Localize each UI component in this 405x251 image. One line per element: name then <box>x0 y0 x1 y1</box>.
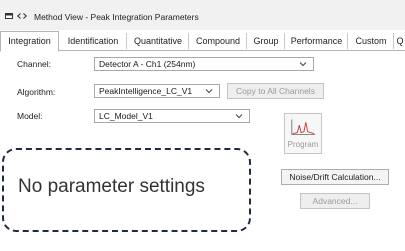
algorithm-value: PeakIntelligence_LC_V1 <box>99 86 193 96</box>
tab-group[interactable]: Group <box>246 33 285 49</box>
program-button[interactable]: Program <box>284 113 322 154</box>
copy-to-all-channels-button[interactable]: Copy to All Channels <box>227 83 324 99</box>
model-select[interactable]: LC_Model_V1 <box>94 109 250 123</box>
tab-compound[interactable]: Compound <box>188 33 247 49</box>
chromatogram-icon <box>291 119 316 135</box>
window-title: Method View - Peak Integration Parameter… <box>34 12 199 22</box>
algorithm-label: Algorithm: <box>17 87 56 97</box>
model-label: Model: <box>17 111 43 121</box>
noise-drift-calculation-button[interactable]: Noise/Drift Calculation... <box>281 169 389 185</box>
no-parameter-settings-text: No parameter settings <box>18 176 205 197</box>
tab-custom[interactable]: Custom <box>347 33 394 49</box>
no-parameter-settings-notice: No parameter settings <box>2 148 251 232</box>
chevron-down-icon <box>235 114 243 119</box>
window-icon <box>5 13 13 19</box>
tab-identification[interactable]: Identification <box>60 33 126 49</box>
channel-label: Channel: <box>17 59 52 69</box>
channel-select[interactable]: Detector A - Ch1 (254nm) <box>94 57 314 71</box>
algorithm-select[interactable]: PeakIntelligence_LC_V1 <box>94 84 220 98</box>
code-view-icon[interactable] <box>17 13 27 19</box>
tab-integration[interactable]: Integration <box>0 31 59 52</box>
advanced-button[interactable]: Advanced... <box>300 193 370 209</box>
chevron-down-icon <box>205 89 213 94</box>
tab-performance[interactable]: Performance <box>284 33 348 49</box>
tab-quantitative[interactable]: Quantitative <box>126 33 189 49</box>
program-label: Program <box>287 140 319 149</box>
chevron-down-icon <box>299 62 307 67</box>
tab-bar: Integration Identification Quantitative … <box>0 30 405 52</box>
channel-value: Detector A - Ch1 (254nm) <box>99 59 196 69</box>
model-value: LC_Model_V1 <box>99 111 153 121</box>
tab-q[interactable]: Q <box>393 33 405 49</box>
window-titlebar: Method View - Peak Integration Parameter… <box>0 0 405 30</box>
